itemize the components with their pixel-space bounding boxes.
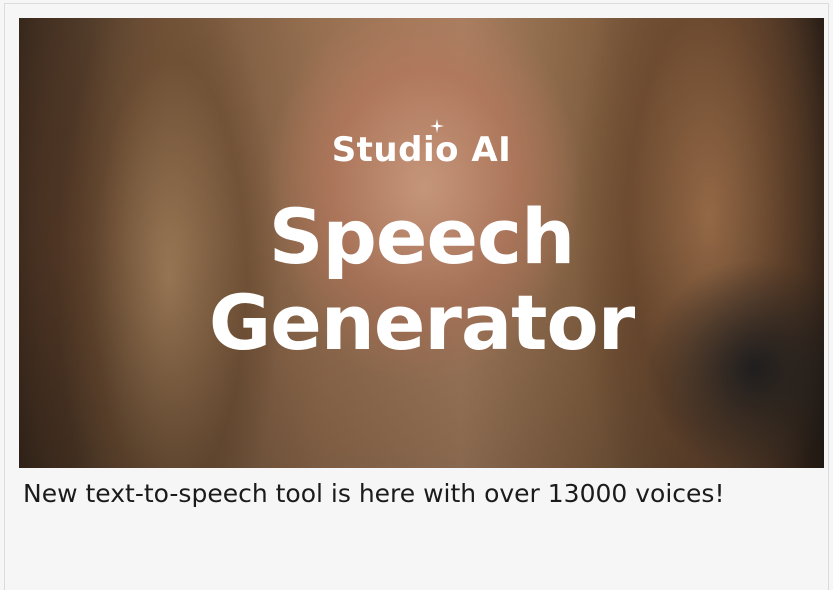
promo-caption[interactable]: New text-to-speech tool is here with ove… bbox=[23, 474, 783, 513]
hero-image[interactable]: Studio AI Speech Generator bbox=[19, 18, 824, 468]
hero-headline: Speech Generator bbox=[19, 194, 824, 366]
headline-line-1: Speech bbox=[268, 192, 575, 281]
brand-logo-text: Studio AI bbox=[331, 130, 512, 170]
promo-card[interactable]: Studio AI Speech Generator New text-to-s… bbox=[4, 3, 829, 590]
headline-line-2: Generator bbox=[208, 278, 635, 367]
